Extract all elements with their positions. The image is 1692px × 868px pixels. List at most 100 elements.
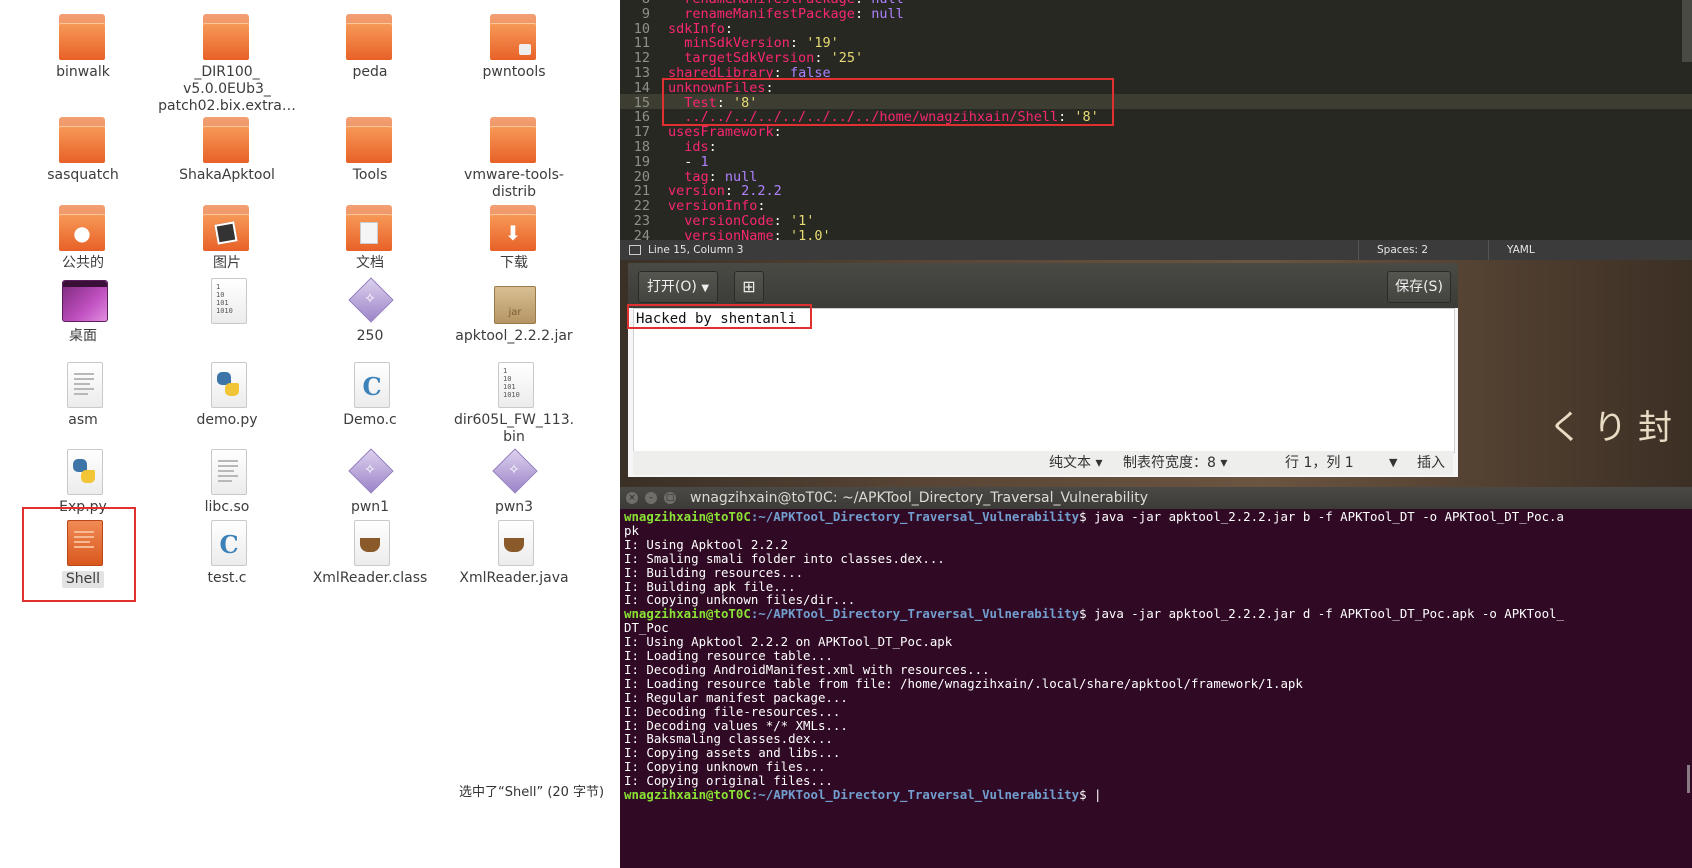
- chevron-down-icon[interactable]: ▼: [1389, 451, 1397, 475]
- save-button[interactable]: 保存(S): [1387, 271, 1451, 303]
- file-item[interactable]: sasquatch: [13, 117, 153, 184]
- documents-folder-icon: [346, 205, 394, 253]
- file-item[interactable]: peda: [300, 14, 440, 81]
- terminal-output-line: I: Building apk file...: [624, 578, 796, 594]
- prompt-path: :~/APKTool_Directory_Traversal_Vulnerabi…: [750, 606, 1080, 622]
- terminal-output-line: I: Decoding AndroidManifest.xml with res…: [624, 661, 990, 677]
- file-item[interactable]: vmware-tools-distrib: [444, 117, 584, 201]
- python-file-icon: [59, 449, 107, 497]
- text-file-icon: [59, 362, 107, 410]
- code-token: '25': [830, 50, 864, 67]
- code-token: -: [668, 153, 701, 170]
- file-item[interactable]: C Demo.c: [300, 362, 440, 429]
- file-item[interactable]: XmlReader.class: [300, 520, 440, 587]
- file-item[interactable]: 图片: [157, 205, 297, 272]
- prompt-command: $ java -jar apktool_2.2.2.jar d -f APKTo…: [1079, 606, 1564, 622]
- file-label: pwntools: [482, 64, 546, 80]
- file-item[interactable]: libc.so: [157, 449, 297, 516]
- file-item[interactable]: ● 公共的: [13, 205, 153, 272]
- line-number: 19: [633, 153, 650, 170]
- chevron-down-icon: ▼: [701, 283, 710, 294]
- file-label: 250: [356, 328, 384, 344]
- line-number: 12: [633, 50, 650, 67]
- minimize-icon[interactable]: –: [645, 492, 657, 504]
- file-item[interactable]: ✧ pwn1: [300, 448, 440, 516]
- terminal-output-line: I: Using Apktool 2.2.2 on APKTool_DT_Poc…: [624, 634, 953, 650]
- file-label: XmlReader.class: [312, 570, 428, 586]
- file-item[interactable]: pwntools: [444, 14, 584, 81]
- prompt-user: wnagzihxain@toT0C: [624, 606, 751, 622]
- file-item[interactable]: binwalk: [13, 14, 153, 81]
- line-number: 15: [633, 94, 650, 111]
- binary-file-icon: 1 10 101 1010: [490, 362, 538, 410]
- file-item[interactable]: ⬇ 下载: [444, 205, 584, 272]
- file-item[interactable]: 桌面: [13, 278, 153, 345]
- file-item[interactable]: 文档: [300, 205, 440, 272]
- cursor-position[interactable]: Line 15, Column 3: [648, 240, 743, 260]
- cursor-position-selector[interactable]: 行 1，列 1: [1285, 451, 1354, 475]
- python-file-icon: [203, 362, 251, 410]
- file-item[interactable]: demo.py: [157, 362, 297, 429]
- gedit-status-bar: 纯文本 ▾ 制表符宽度：8 ▾ 行 1，列 1 ▼ 插入: [633, 451, 1453, 475]
- code-line: 9 renameManifestPackage: null: [620, 5, 904, 22]
- binary-file-icon: 1 10 101 1010: [203, 278, 251, 326]
- code-line: 19 - 1: [620, 153, 709, 170]
- language-selector[interactable]: 纯文本 ▾: [1049, 451, 1102, 475]
- terminal-output-line: I: Using Apktool 2.2.2: [624, 536, 789, 552]
- file-label: apktool_2.2.2.jar: [455, 328, 573, 344]
- shell-highlight-box: [22, 507, 136, 602]
- pictures-folder-icon: [203, 205, 251, 253]
- file-item[interactable]: Tools: [300, 117, 440, 184]
- editor-scrollbar[interactable]: [1682, 0, 1692, 62]
- code-token: :: [773, 227, 790, 240]
- code-line: 10 sdkInfo:: [620, 21, 733, 37]
- open-button[interactable]: 打开(O) ▼: [638, 271, 718, 303]
- code-token: 1: [700, 153, 709, 170]
- code-token: minSdkVersion: [668, 35, 790, 52]
- line-number: 21: [633, 183, 650, 200]
- line-number: 13: [633, 65, 650, 81]
- line-number: 17: [633, 124, 650, 141]
- file-item[interactable]: Exp.py: [13, 449, 153, 516]
- locked-folder-icon: [490, 14, 538, 62]
- tab-width-selector[interactable]: 制表符宽度：8 ▾: [1123, 451, 1227, 475]
- maximize-icon[interactable]: □: [664, 492, 676, 504]
- code-token: '1.0': [789, 227, 831, 240]
- terminal-output-line: I: Loading resource table...: [624, 648, 833, 663]
- file-item[interactable]: ✧ 250: [300, 277, 440, 345]
- code-token: ids: [668, 139, 709, 155]
- file-item[interactable]: ✧ pwn3: [444, 448, 584, 516]
- close-icon[interactable]: ×: [626, 492, 638, 504]
- new-tab-button[interactable]: ⊞: [734, 271, 764, 303]
- file-item[interactable]: asm: [13, 362, 153, 429]
- terminal-output-line: I: Loading resource table from file: /ho…: [624, 675, 1303, 691]
- file-item[interactable]: 1 10 101 1010: [157, 278, 297, 328]
- c-file-icon: C: [203, 520, 251, 568]
- folder-icon: [203, 117, 251, 165]
- prompt-user: wnagzihxain@toT0C: [624, 509, 751, 524]
- insert-mode: 插入: [1417, 455, 1445, 471]
- terminal-window[interactable]: × – □ wnagzihxain@toT0C: ~/APKTool_Direc…: [620, 487, 1692, 868]
- code-token: :: [773, 213, 790, 229]
- terminal-scrollbar[interactable]: [1687, 765, 1690, 793]
- file-label: pwn1: [350, 499, 390, 515]
- folder-icon: [346, 14, 394, 62]
- file-item[interactable]: 1 10 101 1010 dir605L_FW_113. bin: [444, 362, 584, 446]
- indentation-setting[interactable]: Spaces: 2: [1358, 240, 1428, 260]
- code-token: :: [854, 5, 872, 22]
- syntax-setting[interactable]: YAML: [1488, 240, 1577, 260]
- terminal-output-line: DT_Poc: [624, 620, 669, 636]
- file-item[interactable]: ShakaApktool: [157, 117, 297, 184]
- java-file-icon: [346, 520, 394, 568]
- code-line: 21 version: 2.2.2: [620, 184, 782, 199]
- file-item[interactable]: Ctest.c: [157, 520, 297, 587]
- file-item[interactable]: _DIR100_ v5.0.0EUb3_ patch02.bix.extra…: [157, 14, 297, 115]
- code-editor[interactable]: 8 renameManifestPackage: null9 renameMan…: [620, 0, 1692, 240]
- file-item[interactable]: XmlReader.java: [444, 520, 584, 587]
- panel-toggle-icon[interactable]: [629, 245, 641, 255]
- file-label: XmlReader.java: [459, 570, 569, 586]
- file-item[interactable]: jar apktool_2.2.2.jar: [444, 278, 584, 345]
- line-number: 18: [633, 139, 650, 155]
- gedit-text-area[interactable]: Hacked by shentanli: [633, 308, 1455, 453]
- code-token: version: [668, 183, 725, 200]
